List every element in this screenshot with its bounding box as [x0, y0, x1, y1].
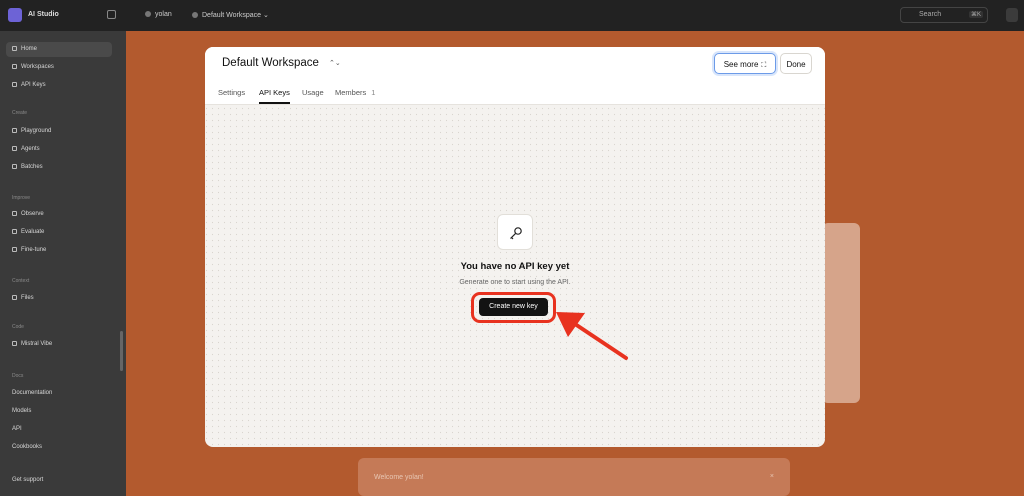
- annotation-arrow: [556, 312, 628, 360]
